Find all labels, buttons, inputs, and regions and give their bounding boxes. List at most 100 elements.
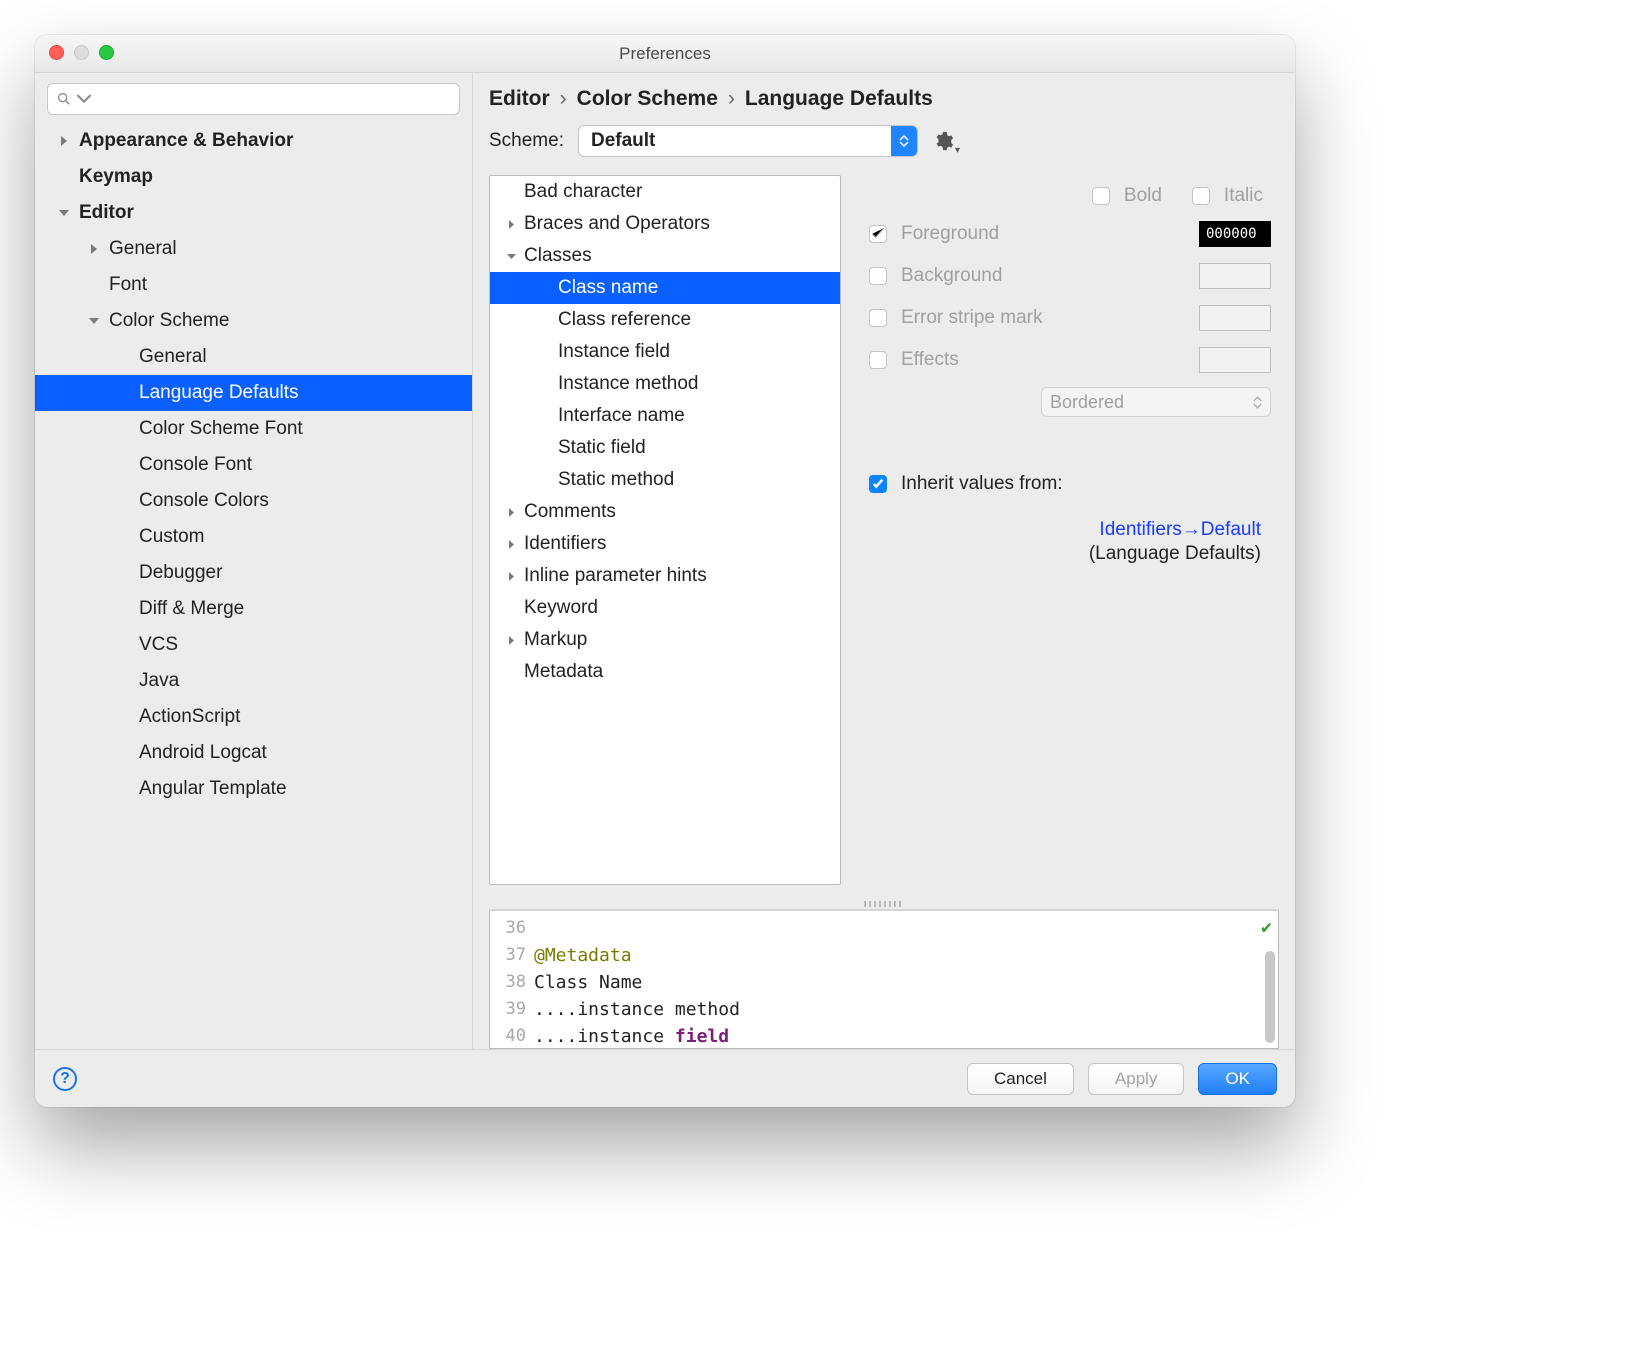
category-item-class-name[interactable]: Class name <box>490 272 840 304</box>
check-icon: ✔ <box>1261 917 1272 938</box>
effects-checkbox[interactable] <box>869 351 887 369</box>
select-stepper-icon <box>1253 396 1262 409</box>
sidebar-item-java[interactable]: Java <box>35 663 472 699</box>
scheme-label: Scheme: <box>489 130 564 152</box>
category-item-instance-field[interactable]: Instance field <box>490 336 840 368</box>
sidebar-item-label: Console Font <box>139 454 252 476</box>
sidebar-item-color-scheme[interactable]: Color Scheme <box>35 303 472 339</box>
category-item-label: Braces and Operators <box>524 213 710 235</box>
sidebar-item-general[interactable]: General <box>35 231 472 267</box>
background-checkbox[interactable] <box>869 267 887 285</box>
category-item-label: Markup <box>524 629 587 651</box>
bold-checkbox[interactable] <box>1092 187 1110 205</box>
gear-icon[interactable]: ▾ <box>932 130 954 152</box>
sidebar-item-general[interactable]: General <box>35 339 472 375</box>
breadcrumb: Editor › Color Scheme › Language Default… <box>473 73 1295 121</box>
category-item-static-method[interactable]: Static method <box>490 464 840 496</box>
sidebar-item-actionscript[interactable]: ActionScript <box>35 699 472 735</box>
sidebar-item-debugger[interactable]: Debugger <box>35 555 472 591</box>
sidebar-item-label: Angular Template <box>139 778 287 800</box>
category-item-instance-method[interactable]: Instance method <box>490 368 840 400</box>
errorstripe-checkbox[interactable] <box>869 309 887 327</box>
sidebar-item-label: ActionScript <box>139 706 240 728</box>
ok-button[interactable]: OK <box>1198 1063 1277 1095</box>
chevron-right-icon: › <box>560 87 567 111</box>
sidebar-item-keymap[interactable]: Keymap <box>35 159 472 195</box>
sidebar-item-label: Appearance & Behavior <box>79 130 293 152</box>
foreground-checkbox[interactable] <box>869 225 887 243</box>
sidebar-item-console-colors[interactable]: Console Colors <box>35 483 472 519</box>
crumb-color-scheme[interactable]: Color Scheme <box>577 87 718 111</box>
inherit-link[interactable]: Identifiers→Default <box>1099 519 1261 541</box>
help-icon[interactable]: ? <box>53 1067 77 1091</box>
inherit-label: Inherit values from: <box>901 473 1063 495</box>
category-item-static-field[interactable]: Static field <box>490 432 840 464</box>
category-item-braces-and-operators[interactable]: Braces and Operators <box>490 208 840 240</box>
inherit-sub: (Language Defaults) <box>1089 543 1261 565</box>
errorstripe-swatch[interactable] <box>1199 305 1271 331</box>
sidebar-item-label: General <box>109 238 177 260</box>
category-item-label: Metadata <box>524 661 603 683</box>
minimize-icon[interactable] <box>74 45 89 60</box>
category-item-markup[interactable]: Markup <box>490 624 840 656</box>
foreground-swatch[interactable]: 000000 <box>1199 221 1271 247</box>
crumb-editor[interactable]: Editor <box>489 87 550 111</box>
category-item-class-reference[interactable]: Class reference <box>490 304 840 336</box>
cancel-button[interactable]: Cancel <box>967 1063 1074 1095</box>
category-item-keyword[interactable]: Keyword <box>490 592 840 624</box>
category-item-label: Instance method <box>558 373 698 395</box>
settings-tree[interactable]: Appearance & Behavior Keymap Editor General… <box>35 123 472 1049</box>
inherit-checkbox[interactable] <box>869 475 887 493</box>
scheme-select[interactable]: Default <box>578 125 918 157</box>
category-item-inline-parameter-hints[interactable]: Inline parameter hints <box>490 560 840 592</box>
apply-button[interactable]: Apply <box>1088 1063 1185 1095</box>
sidebar-item-font[interactable]: Font <box>35 267 472 303</box>
sidebar-item-label: Console Colors <box>139 490 269 512</box>
sidebar-item-label: VCS <box>139 634 178 656</box>
sidebar-item-diff-merge[interactable]: Diff & Merge <box>35 591 472 627</box>
scrollbar[interactable] <box>1265 951 1275 1043</box>
effects-swatch[interactable] <box>1199 347 1271 373</box>
sidebar-item-vcs[interactable]: VCS <box>35 627 472 663</box>
search-icon <box>56 91 72 107</box>
sidebar-item-label: Custom <box>139 526 204 548</box>
sidebar-item-color-scheme-font[interactable]: Color Scheme Font <box>35 411 472 447</box>
category-item-label: Classes <box>524 245 592 267</box>
sidebar-item-angular-template[interactable]: Angular Template <box>35 771 472 807</box>
sidebar-item-language-defaults[interactable]: Language Defaults <box>35 375 472 411</box>
close-icon[interactable] <box>49 45 64 60</box>
category-item-label: Identifiers <box>524 533 606 555</box>
category-item-label: Comments <box>524 501 616 523</box>
sidebar-item-appearance-behavior[interactable]: Appearance & Behavior <box>35 123 472 159</box>
sidebar-item-editor[interactable]: Editor <box>35 195 472 231</box>
search-input[interactable] <box>47 83 460 115</box>
sidebar-item-custom[interactable]: Custom <box>35 519 472 555</box>
code-preview[interactable]: 36 37 38 39 40 @Metadata Class Name ....… <box>489 909 1279 1049</box>
category-item-comments[interactable]: Comments <box>490 496 840 528</box>
sidebar-item-label: General <box>139 346 207 368</box>
bold-label: Bold <box>1124 185 1162 207</box>
category-item-interface-name[interactable]: Interface name <box>490 400 840 432</box>
sidebar-item-label: Java <box>139 670 179 692</box>
code-body: @Metadata Class Name ....instance method… <box>534 915 1256 1049</box>
sidebar-item-android-logcat[interactable]: Android Logcat <box>35 735 472 771</box>
sidebar-item-label: Debugger <box>139 562 222 584</box>
effects-type-select[interactable]: Bordered <box>1041 387 1271 417</box>
zoom-icon[interactable] <box>99 45 114 60</box>
errorstripe-label: Error stripe mark <box>901 307 1185 329</box>
crumb-language-defaults: Language Defaults <box>745 87 933 111</box>
category-item-bad-character[interactable]: Bad character <box>490 176 840 208</box>
italic-checkbox[interactable] <box>1192 187 1210 205</box>
background-swatch[interactable] <box>1199 263 1271 289</box>
sidebar-item-label: Android Logcat <box>139 742 267 764</box>
sidebar-item-label: Color Scheme <box>109 310 229 332</box>
splitter-grip-icon[interactable] <box>864 901 904 907</box>
category-item-identifiers[interactable]: Identifiers <box>490 528 840 560</box>
category-item-metadata[interactable]: Metadata <box>490 656 840 688</box>
sidebar-item-label: Keymap <box>79 166 153 188</box>
category-item-classes[interactable]: Classes <box>490 240 840 272</box>
search-field[interactable] <box>96 90 451 108</box>
chevron-right-icon: › <box>728 87 735 111</box>
category-tree[interactable]: Bad character Braces and Operators Classes… <box>489 175 841 885</box>
sidebar-item-console-font[interactable]: Console Font <box>35 447 472 483</box>
